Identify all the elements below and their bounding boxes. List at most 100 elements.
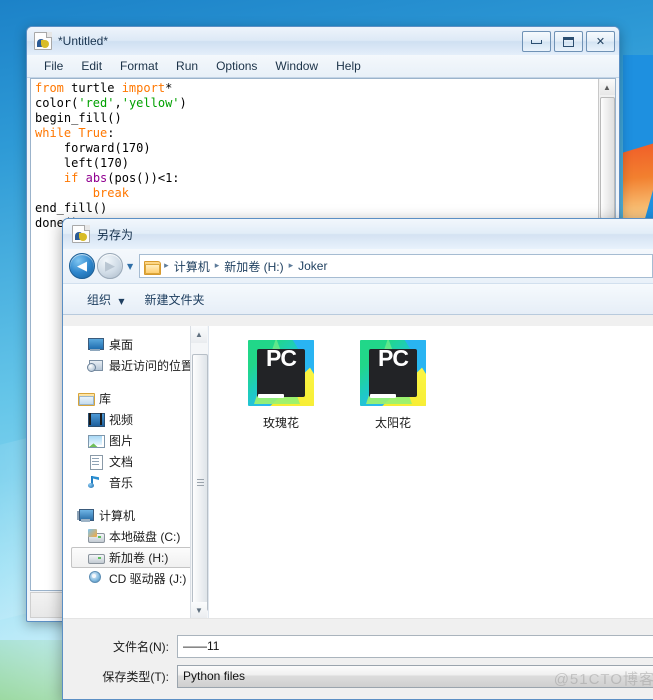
minimize-button[interactable] bbox=[522, 31, 551, 52]
save-as-title: 另存为 bbox=[97, 227, 134, 242]
recent-places-icon bbox=[87, 358, 104, 373]
file-item[interactable]: PC 玫瑰花 bbox=[227, 340, 335, 431]
menu-help[interactable]: Help bbox=[327, 57, 370, 75]
sidebar-scroll-thumb[interactable] bbox=[192, 354, 208, 611]
video-icon bbox=[87, 412, 105, 427]
breadcrumb-separator: ▸ bbox=[214, 261, 220, 271]
organize-label: 组织 bbox=[87, 292, 112, 307]
sidebar-item-label: 本地磁盘 (C:) bbox=[109, 530, 181, 544]
sidebar-item-computer[interactable]: 计算机 bbox=[63, 505, 208, 526]
forward-button[interactable]: ▶ bbox=[97, 253, 123, 279]
sidebar-item-label: 新加卷 (H:) bbox=[109, 551, 169, 565]
restore-button[interactable] bbox=[554, 31, 583, 52]
file-list-pane[interactable]: PC 玫瑰花 PC 太阳花 bbox=[209, 326, 653, 619]
breadcrumb-separator: ▸ bbox=[164, 261, 169, 271]
code-line: from turtle import* bbox=[35, 81, 173, 95]
sidebar-scrollbar[interactable]: ▲ ▼ bbox=[190, 326, 208, 619]
sidebar-item-hard-drive[interactable]: 本地磁盘 (C:) bbox=[63, 526, 208, 547]
menu-format[interactable]: Format bbox=[111, 57, 167, 75]
window-controls[interactable]: ✕ bbox=[522, 31, 615, 52]
code-line: while True: bbox=[35, 126, 115, 140]
sidebar-item-library[interactable]: 库 bbox=[63, 388, 208, 409]
filetype-row: 保存类型(T): Python files bbox=[63, 663, 653, 689]
sidebar-item-label: 桌面 bbox=[109, 338, 134, 352]
pictures-icon bbox=[87, 433, 105, 448]
save-as-dialog[interactable]: 另存为 ◀ ▶ ▼ ▸ 计算机 ▸ 新加卷 (H:) ▸ Joker 组织 ▼ … bbox=[62, 218, 653, 700]
back-arrow-icon: ◀ bbox=[77, 258, 87, 274]
scroll-up-icon[interactable]: ▲ bbox=[191, 326, 207, 343]
pycharm-file-icon[interactable]: PC bbox=[248, 340, 314, 406]
new-folder-button[interactable]: 新建文件夹 bbox=[135, 288, 215, 311]
menu-file[interactable]: File bbox=[35, 57, 72, 75]
sidebar-item-video[interactable]: 视频 bbox=[63, 409, 208, 430]
file-item[interactable]: PC 太阳花 bbox=[339, 340, 447, 431]
sidebar-item-label: 文档 bbox=[109, 455, 134, 469]
filename-input[interactable]: ——11 bbox=[177, 634, 653, 658]
code-line: begin_fill() bbox=[35, 111, 122, 125]
sidebar-item-label: CD 驱动器 (J:) bbox=[109, 572, 187, 586]
breadcrumb-item-computer[interactable]: 计算机 bbox=[171, 258, 213, 275]
chevron-down-icon: ▼ bbox=[118, 296, 125, 306]
scroll-thumb[interactable] bbox=[599, 97, 615, 219]
cd-drive-icon bbox=[87, 571, 104, 586]
close-button[interactable]: ✕ bbox=[586, 31, 615, 52]
filename-label: 文件名(N): bbox=[113, 639, 169, 654]
sidebar-item-label: 图片 bbox=[109, 434, 134, 448]
breadcrumb[interactable]: ▸ 计算机 ▸ 新加卷 (H:) ▸ Joker bbox=[139, 254, 653, 278]
desktop-background-image bbox=[623, 55, 653, 230]
navigation-pane[interactable]: 桌面最近访问的位置库视频图片文档音乐计算机本地磁盘 (C:) 新加卷 (H:) CD… bbox=[63, 326, 209, 619]
idle-titlebar[interactable]: *Untitled* ✕ bbox=[27, 27, 619, 55]
breadcrumb-item-joker[interactable]: Joker bbox=[295, 259, 330, 273]
folder-icon bbox=[144, 260, 162, 275]
sidebar-item-desktop[interactable]: 桌面 bbox=[63, 334, 208, 355]
menu-run[interactable]: Run bbox=[167, 57, 207, 75]
music-icon bbox=[87, 475, 104, 490]
sidebar-item-recent-places[interactable]: 最近访问的位置 bbox=[63, 355, 208, 376]
scroll-down-icon[interactable]: ▼ bbox=[191, 602, 207, 619]
scroll-grip-icon bbox=[196, 479, 204, 486]
dialog-toolbar[interactable]: 组织 ▼ 新建文件夹 bbox=[63, 283, 653, 315]
sidebar-item-documents[interactable]: 文档 bbox=[63, 451, 208, 472]
sidebar-item-label: 视频 bbox=[109, 413, 134, 427]
sidebar-item-label: 最近访问的位置 bbox=[109, 359, 194, 373]
breadcrumb-separator: ▸ bbox=[288, 261, 294, 271]
idle-window-title: *Untitled* bbox=[58, 34, 109, 48]
dialog-fields: 文件名(N): ——11 保存类型(T): Python files bbox=[63, 618, 653, 699]
code-line: break bbox=[92, 186, 129, 200]
file-label: 太阳花 bbox=[374, 416, 411, 430]
desktop-icon bbox=[87, 337, 104, 352]
computer-icon bbox=[77, 508, 94, 523]
drive-icon bbox=[87, 550, 105, 565]
idle-menubar[interactable]: File Edit Format Run Options Window Help bbox=[27, 55, 619, 78]
code-line: color('red','yellow') bbox=[35, 96, 187, 110]
library-icon bbox=[77, 391, 95, 406]
documents-icon bbox=[87, 454, 104, 470]
python-file-icon bbox=[34, 32, 52, 50]
chevron-down-icon[interactable]: ▼ bbox=[127, 262, 133, 271]
code-line: forward(170) bbox=[35, 141, 151, 155]
navigation-bar[interactable]: ◀ ▶ ▼ ▸ 计算机 ▸ 新加卷 (H:) ▸ Joker bbox=[63, 249, 653, 283]
code-line: left(170) bbox=[35, 156, 129, 170]
menu-edit[interactable]: Edit bbox=[72, 57, 111, 75]
scroll-up-icon[interactable]: ▲ bbox=[599, 79, 615, 95]
python-file-icon bbox=[72, 225, 90, 243]
filename-row: 文件名(N): ——11 bbox=[63, 633, 653, 659]
hard-drive-icon bbox=[87, 529, 105, 544]
filetype-label: 保存类型(T): bbox=[102, 669, 169, 684]
breadcrumb-item-volume[interactable]: 新加卷 (H:) bbox=[221, 258, 286, 275]
menu-options[interactable]: Options bbox=[207, 57, 266, 75]
filetype-select[interactable]: Python files bbox=[177, 664, 653, 688]
sidebar-item-drive[interactable]: 新加卷 (H:) bbox=[71, 547, 206, 568]
back-button[interactable]: ◀ bbox=[69, 253, 95, 279]
pycharm-file-icon[interactable]: PC bbox=[360, 340, 426, 406]
menu-window[interactable]: Window bbox=[266, 57, 327, 75]
dialog-body: 桌面最近访问的位置库视频图片文档音乐计算机本地磁盘 (C:) 新加卷 (H:) CD… bbox=[63, 326, 653, 619]
sidebar-item-pictures[interactable]: 图片 bbox=[63, 430, 208, 451]
sidebar-item-music[interactable]: 音乐 bbox=[63, 472, 208, 493]
organize-button[interactable]: 组织 ▼ bbox=[77, 288, 135, 311]
file-label: 玫瑰花 bbox=[262, 416, 299, 430]
save-as-titlebar[interactable]: 另存为 bbox=[63, 219, 653, 249]
sidebar-item-cd-drive[interactable]: CD 驱动器 (J:) bbox=[63, 568, 208, 589]
